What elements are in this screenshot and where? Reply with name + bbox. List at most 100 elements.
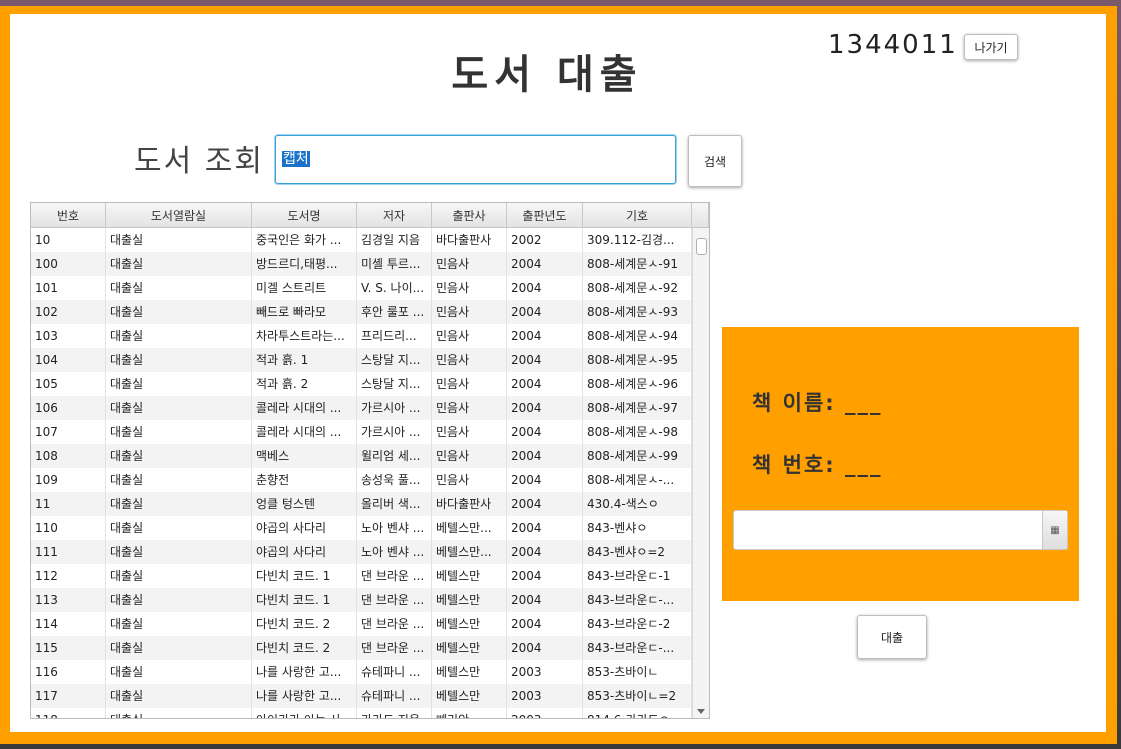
cell-publisher: 베텔스만 xyxy=(432,660,507,684)
cell-title: 적과 흙. 2 xyxy=(252,372,357,396)
cell-number: 101 xyxy=(31,276,106,300)
scrollbar-thumb[interactable] xyxy=(696,238,707,255)
cell-publisher: 베텔스만 xyxy=(432,612,507,636)
cell-reading-room: 대출실 xyxy=(106,372,252,396)
cell-author: 슈테파니 ... xyxy=(357,660,432,684)
column-header-number[interactable]: 번호 xyxy=(31,203,106,227)
loan-info-panel: 책 이름: ___ 책 번호: ___ ▦ xyxy=(722,327,1079,601)
cell-reading-room: 대출실 xyxy=(106,540,252,564)
cell-year: 2004 xyxy=(507,252,583,276)
table-row[interactable]: 115 대출실 다빈치 코드. 2댄 브라운 ... 베텔스만 2004 843-브라운ㄷ… xyxy=(31,636,692,660)
window-frame: 도서 대출 1344011 나가기 도서 조회 캡처 검색 번호 도서열람실 도… xyxy=(0,6,1117,744)
calendar-icon[interactable]: ▦ xyxy=(1042,511,1067,549)
table-row[interactable]: 116 대출실 나를 사랑한 고... 슈테파니 ... 베텔스만 2003 853-츠바이… xyxy=(31,660,692,684)
cell-publisher: 바다출판사 xyxy=(432,492,507,516)
cell-author: 스탕달 지... xyxy=(357,372,432,396)
cell-reading-room: 대출실 xyxy=(106,660,252,684)
column-header-publisher[interactable]: 출판사 xyxy=(432,203,507,227)
column-header-author[interactable]: 저자 xyxy=(357,203,432,227)
cell-title: 방드르디,태평... xyxy=(252,252,357,276)
loan-button[interactable]: 대출 xyxy=(857,615,927,659)
table-row[interactable]: 10 대출실 중국인은 화가 ... 김경일 지음 바다출판사 2002 309.112-김… xyxy=(31,228,692,252)
cell-reading-room: 대출실 xyxy=(106,636,252,660)
column-header-reading-room[interactable]: 도서열람실 xyxy=(106,203,252,227)
cell-year: 2004 xyxy=(507,348,583,372)
cell-year: 2004 xyxy=(507,588,583,612)
cell-call-number: 843-브라운ㄷ-2 xyxy=(583,612,692,636)
cell-call-number: 808-세계문ㅅ-95 xyxy=(583,348,692,372)
cell-number: 102 xyxy=(31,300,106,324)
cell-publisher: 민음사 xyxy=(432,348,507,372)
cell-call-number: 808-세계문ㅅ-93 xyxy=(583,300,692,324)
cell-year: 2004 xyxy=(507,468,583,492)
cell-title: 야곱의 사다리 xyxy=(252,540,357,564)
table-row[interactable]: 103 대출실 차라투스트라는... 프리드리... 민음사 2004 808-세계문ㅅ-9… xyxy=(31,324,692,348)
cell-year: 2003 xyxy=(507,684,583,708)
table-row[interactable]: 102 대출실 빼드로 빠라모 후안 룰포 ... 민음사 2004 808-세계문ㅅ-93 xyxy=(31,300,692,324)
table-row[interactable]: 106 대출실 콜레라 시대의 ... 가르시아 ... 민음사 2004 808-세계문ㅅ… xyxy=(31,396,692,420)
scroll-down-arrow-icon[interactable] xyxy=(697,709,705,714)
cell-title: 미겔 스트리트 xyxy=(252,276,357,300)
table-row[interactable]: 114 대출실 다빈치 코드. 2댄 브라운 ... 베텔스만 2004 843-브라운ㄷ… xyxy=(31,612,692,636)
date-picker-input[interactable]: ▦ xyxy=(733,510,1068,550)
cell-year: 2004 xyxy=(507,540,583,564)
table-row[interactable]: 118대출실아이가라 아는 사...가가도 지음빼리안2003814.6-가가도… xyxy=(31,708,692,718)
table-row[interactable]: 104 대출실 적과 흙. 1 스탕달 지... 민음사 2004 808-세계문ㅅ-95 xyxy=(31,348,692,372)
cell-author: 댄 브라운 ... xyxy=(357,636,432,660)
cell-year: 2004 xyxy=(507,492,583,516)
cell-number: 106 xyxy=(31,396,106,420)
cell-author: 송성욱 풀... xyxy=(357,468,432,492)
search-button[interactable]: 검색 xyxy=(688,135,742,187)
table-scrollbar[interactable] xyxy=(692,228,709,718)
column-header-title[interactable]: 도서명 xyxy=(252,203,357,227)
table-row[interactable]: 112 대출실 다빈치 코드. 1댄 브라운 ... 베텔스만 2004 843-브라운ㄷ… xyxy=(31,564,692,588)
table-row[interactable]: 107 대출실 콜레라 시대의 ... 가르시아 ... 민음사 2004 808-세계문ㅅ… xyxy=(31,420,692,444)
cell-author: 댄 브라운 ... xyxy=(357,564,432,588)
cell-author: 올리버 색... xyxy=(357,492,432,516)
cell-title: 콜레라 시대의 ... xyxy=(252,420,357,444)
search-input[interactable]: 캡처 xyxy=(275,135,676,184)
cell-call-number: 430.4-색스ㅇ xyxy=(583,492,692,516)
cell-title: 아이가라 아는 사... xyxy=(252,708,357,718)
cell-call-number: 843-브라운ㄷ-... xyxy=(583,636,692,660)
cell-year: 2004 xyxy=(507,516,583,540)
cell-author: 가르시아 ... xyxy=(357,396,432,420)
book-table: 번호 도서열람실 도서명 저자 출판사 출판년도 기호 10 대출실 중국인은 화가… xyxy=(30,202,710,719)
cell-publisher: 민음사 xyxy=(432,468,507,492)
table-row[interactable]: 101 대출실 미겔 스트리트 V. S. 나이... 민음사 2004 808-세계문ㅅ-… xyxy=(31,276,692,300)
cell-reading-room: 대출실 xyxy=(106,684,252,708)
cell-title: 중국인은 화가 ... xyxy=(252,228,357,252)
column-header-call-number[interactable]: 기호 xyxy=(583,203,692,227)
cell-number: 108 xyxy=(31,444,106,468)
table-row[interactable]: 113 대출실 다빈치 코드. 1댄 브라운 ... 베텔스만 2004 843-브라운ㄷ… xyxy=(31,588,692,612)
cell-call-number: 808-세계문ㅅ-99 xyxy=(583,444,692,468)
table-row[interactable]: 109 대출실 춘향전 송성욱 풀... 민음사 2004 808-세계문ㅅ-... xyxy=(31,468,692,492)
table-row[interactable]: 117 대출실 나를 사랑한 고... 슈테파니 ... 베텔스만 2003 853-츠바이… xyxy=(31,684,692,708)
cell-reading-room: 대출실 xyxy=(106,492,252,516)
cell-publisher: 베텔스만 xyxy=(432,684,507,708)
cell-call-number: 814.6-가가도ㅇ xyxy=(583,708,692,718)
exit-button[interactable]: 나가기 xyxy=(964,34,1018,60)
cell-reading-room: 대출실 xyxy=(106,276,252,300)
cell-author: 댄 브라운 ... xyxy=(357,588,432,612)
column-header-year[interactable]: 출판년도 xyxy=(507,203,583,227)
cell-number: 11 xyxy=(31,492,106,516)
cell-publisher: 베텔스만 xyxy=(432,588,507,612)
table-row[interactable]: 100 대출실 방드르디,태평... 미셸 투르... 민음사 2004 808-세계문ㅅ-… xyxy=(31,252,692,276)
table-row[interactable]: 11 대출실 엉클 텅스텐 올리버 색... 바다출판사 2004 430.4-색스ㅇ xyxy=(31,492,692,516)
cell-call-number: 843-벤샤ㅇ xyxy=(583,516,692,540)
table-row[interactable]: 111 대출실 야곱의 사다리 노아 벤샤 ... 베텔스만... 2004 843-벤샤ㅇ… xyxy=(31,540,692,564)
cell-reading-room: 대출실 xyxy=(106,588,252,612)
table-row[interactable]: 105 대출실 적과 흙. 2 스탕달 지... 민음사 2004 808-세계문ㅅ-96 xyxy=(31,372,692,396)
cell-title: 다빈치 코드. 1 xyxy=(252,564,357,588)
cell-year: 2003 xyxy=(507,660,583,684)
cell-call-number: 843-브라운ㄷ-... xyxy=(583,588,692,612)
cell-publisher: 민음사 xyxy=(432,420,507,444)
cell-reading-room: 대출실 xyxy=(106,300,252,324)
cell-reading-room: 대출실 xyxy=(106,444,252,468)
book-number-label: 책 번호: ___ xyxy=(752,453,883,477)
cell-number: 114 xyxy=(31,612,106,636)
table-row[interactable]: 108 대출실 맥베스 윌리엄 세... 민음사 2004 808-세계문ㅅ-99 xyxy=(31,444,692,468)
table-row[interactable]: 110 대출실 야곱의 사다리 노아 벤샤 ... 베텔스만... 2004 843-벤샤ㅇ xyxy=(31,516,692,540)
cell-number: 111 xyxy=(31,540,106,564)
